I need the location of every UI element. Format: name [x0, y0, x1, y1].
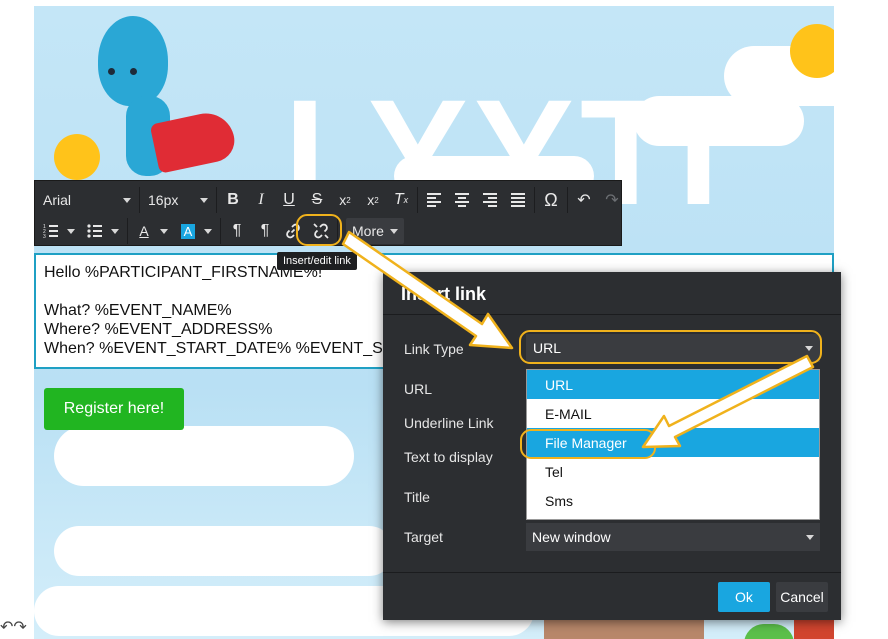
house-graphic-2	[794, 618, 834, 639]
insert-link-dialog: Insert link Link Type URL URL Underline …	[383, 272, 841, 620]
option-file-manager[interactable]: File Manager	[527, 428, 819, 457]
numbered-list-dropdown[interactable]	[67, 228, 75, 234]
font-size-value: 16px	[148, 192, 179, 208]
mascot-graphic	[98, 16, 168, 106]
url-label: URL	[404, 381, 433, 397]
link-type-dropdown: URL E-MAIL File Manager Tel Sms	[526, 369, 820, 520]
background-color-dropdown[interactable]	[204, 228, 212, 234]
link-icon[interactable]	[279, 218, 307, 244]
more-button[interactable]: More	[346, 218, 404, 244]
link-type-value: URL	[533, 340, 562, 356]
text-color-icon[interactable]: A	[130, 218, 158, 244]
justify-icon[interactable]	[504, 187, 532, 213]
underline-icon[interactable]: U	[275, 187, 303, 213]
align-left-icon[interactable]	[420, 187, 448, 213]
align-right-icon[interactable]	[476, 187, 504, 213]
target-select[interactable]: New window	[526, 523, 820, 551]
background-color-icon[interactable]: A	[174, 218, 202, 244]
more-label: More	[352, 223, 384, 239]
superscript-icon[interactable]: x2	[331, 187, 359, 213]
rtl-icon[interactable]: ¶	[251, 218, 279, 244]
svg-text:3: 3	[43, 234, 46, 240]
text-color-dropdown[interactable]	[160, 228, 168, 234]
bullet-list-dropdown[interactable]	[111, 228, 119, 234]
font-family-value: Arial	[43, 192, 72, 208]
tree-graphic	[744, 624, 794, 639]
subscript-icon[interactable]: x2	[359, 187, 387, 213]
strikethrough-icon[interactable]: S	[303, 187, 331, 213]
bold-icon[interactable]: B	[219, 187, 247, 213]
numbered-list-icon[interactable]: 123	[37, 218, 65, 244]
editor-line: What? %EVENT_NAME%	[44, 302, 232, 319]
dialog-title: Insert link	[401, 284, 487, 304]
link-type-label: Link Type	[404, 341, 464, 357]
chevron-down-icon	[806, 534, 814, 540]
editor-line: When? %EVENT_START_DATE% %EVENT_S	[44, 340, 383, 357]
redo-icon[interactable]: ↷	[13, 617, 26, 637]
italic-icon[interactable]: I	[247, 187, 275, 213]
underline-label: Underline Link	[404, 415, 494, 431]
unlink-icon[interactable]	[307, 218, 335, 244]
clear-formatting-icon[interactable]: Tx	[387, 187, 415, 213]
ltr-icon[interactable]: ¶	[223, 218, 251, 244]
ok-button[interactable]: Ok	[718, 582, 770, 612]
option-sms[interactable]: Sms	[527, 486, 819, 515]
register-button[interactable]: Register here!	[44, 388, 184, 430]
undo-icon[interactable]: ↶	[0, 617, 13, 637]
cancel-button[interactable]: Cancel	[776, 582, 828, 612]
chevron-down-icon	[805, 345, 813, 351]
text-to-display-label: Text to display	[404, 449, 493, 465]
align-center-icon[interactable]	[448, 187, 476, 213]
target-label: Target	[404, 529, 443, 545]
option-tel[interactable]: Tel	[527, 457, 819, 486]
editor-toolbar: Arial 16px B I U S x2 x2 Tx Ω ↶ ↷ 123 A …	[34, 180, 622, 246]
special-character-icon[interactable]: Ω	[537, 187, 565, 213]
redo-icon[interactable]: ↷	[598, 187, 626, 213]
editor-line: Where? %EVENT_ADDRESS%	[44, 321, 273, 338]
editor-text[interactable]: Hello %PARTICIPANT_FIRSTNAME%! What? %EV…	[44, 263, 383, 358]
corner-undo-redo: ↶ ↷	[0, 616, 34, 638]
title-label: Title	[404, 489, 430, 505]
font-family-select[interactable]: Arial	[37, 187, 137, 213]
option-email[interactable]: E-MAIL	[527, 399, 819, 428]
target-value: New window	[532, 529, 611, 545]
link-tooltip: Insert/edit link	[277, 252, 357, 270]
chick-graphic	[54, 134, 100, 180]
undo-icon[interactable]: ↶	[570, 187, 598, 213]
option-url[interactable]: URL	[527, 370, 819, 399]
font-size-select[interactable]: 16px	[142, 187, 214, 213]
bullet-list-icon[interactable]	[81, 218, 109, 244]
link-type-select[interactable]: URL	[526, 334, 820, 362]
